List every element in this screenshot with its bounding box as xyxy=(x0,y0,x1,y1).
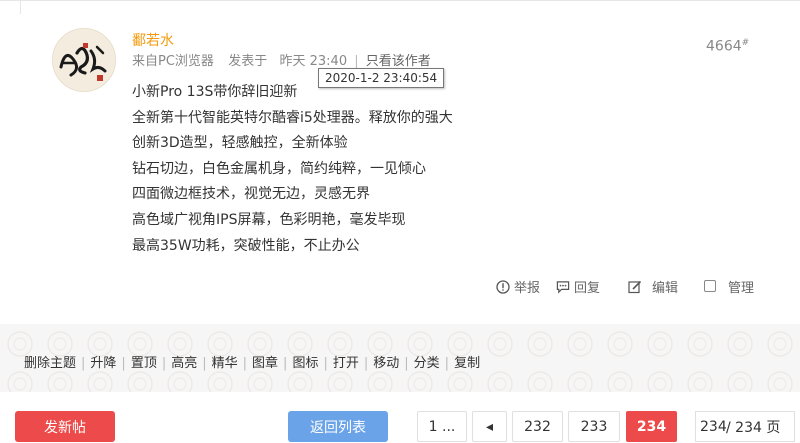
content-line: 高色域广视角IPS屏幕，色彩明艳，毫发毕现 xyxy=(132,211,406,228)
posted-time: 昨天 23:40 xyxy=(279,54,348,69)
avatar-calligraphy xyxy=(53,29,115,91)
page-jump: 234 / 234 页 xyxy=(695,411,795,442)
admin-link-bump[interactable]: 升降 xyxy=(90,356,116,371)
content-line: 最高35W功耗，突破性能，不止办公 xyxy=(132,237,360,254)
back-to-list-button[interactable]: 返回列表 xyxy=(288,411,388,442)
content-line: 全新第十代智能英特尔酷睿i5处理器。释放你的强大 xyxy=(132,109,453,126)
report-label: 举报 xyxy=(514,281,541,296)
page-total: / 234 页 xyxy=(726,419,781,436)
floor-number[interactable]: 4664# xyxy=(706,38,749,55)
admin-link-move[interactable]: 移动 xyxy=(373,356,399,371)
admin-link-sticky[interactable]: 置顶 xyxy=(131,356,157,371)
page-first-button[interactable]: 1 ... xyxy=(417,411,467,442)
admin-link-icon[interactable]: 图标 xyxy=(292,356,318,371)
page-232-button[interactable]: 232 xyxy=(512,411,563,442)
meta-separator: | xyxy=(354,54,359,69)
admin-links: 删除主题 | 升降 | 置顶 | 高亮 | 精华 | 图章 | 图标 | 打开 | 移动 | 分类 | 复制 xyxy=(24,356,481,371)
post-content: 小新Pro 13S带你辞旧迎新 全新第十代智能英特尔酷睿i5处理器。释放你的强大… xyxy=(132,80,453,259)
chevron-left-icon: ◂ xyxy=(485,418,494,435)
left-rule xyxy=(20,0,21,14)
admin-link-category[interactable]: 分类 xyxy=(414,356,440,371)
content-line: 钻石切边，白色金属机身，简约纯粹，一见倾心 xyxy=(132,160,426,177)
page-current: 234 xyxy=(626,411,677,442)
only-author-link[interactable]: 只看该作者 xyxy=(366,50,431,69)
floor-number-value: 4664 xyxy=(706,38,742,55)
avatar[interactable] xyxy=(52,28,116,92)
edit-pencil-icon xyxy=(628,280,642,294)
floor-mark: # xyxy=(741,38,750,48)
admin-link-stamp[interactable]: 图章 xyxy=(252,356,278,371)
admin-link-digest[interactable]: 精华 xyxy=(212,356,238,371)
edit-button[interactable]: 编辑 xyxy=(628,277,678,296)
manage-checkbox[interactable]: 管理 xyxy=(704,277,754,296)
reply-label: 回复 xyxy=(574,281,601,296)
admin-link-copy[interactable]: 复制 xyxy=(454,356,480,371)
page-prev-button[interactable]: ◂ xyxy=(472,411,507,442)
report-button[interactable]: 举报 xyxy=(496,277,540,296)
top-divider xyxy=(0,0,800,1)
warning-icon xyxy=(496,279,510,294)
manage-label: 管理 xyxy=(728,281,755,296)
author-name[interactable]: 鄱若水 xyxy=(132,30,174,50)
content-line: 四面微边框技术，视觉无边，灵感无界 xyxy=(132,186,370,203)
admin-link-delete[interactable]: 删除主题 xyxy=(24,356,76,371)
post-meta: 来自PC浏览器 发表于 昨天 23:40 | 只看该作者 xyxy=(132,50,431,69)
post-source: 来自PC浏览器 xyxy=(132,54,214,69)
post-time-tooltip: 2020-1-2 23:40:54 xyxy=(318,68,445,88)
admin-link-highlight[interactable]: 高亮 xyxy=(171,356,197,371)
page-233-button[interactable]: 233 xyxy=(568,411,620,442)
content-line: 创新3D造型，轻感触控，全新体验 xyxy=(132,135,348,152)
reply-button[interactable]: 回复 xyxy=(556,277,600,296)
posted-prefix: 发表于 xyxy=(228,54,268,69)
edit-label: 编辑 xyxy=(652,281,679,296)
admin-link-open[interactable]: 打开 xyxy=(333,356,359,371)
chat-bubble-icon xyxy=(556,280,570,294)
new-post-button[interactable]: 发新帖 xyxy=(15,411,115,442)
page-jump-input[interactable]: 234 xyxy=(700,417,727,437)
checkbox-icon xyxy=(704,279,718,294)
